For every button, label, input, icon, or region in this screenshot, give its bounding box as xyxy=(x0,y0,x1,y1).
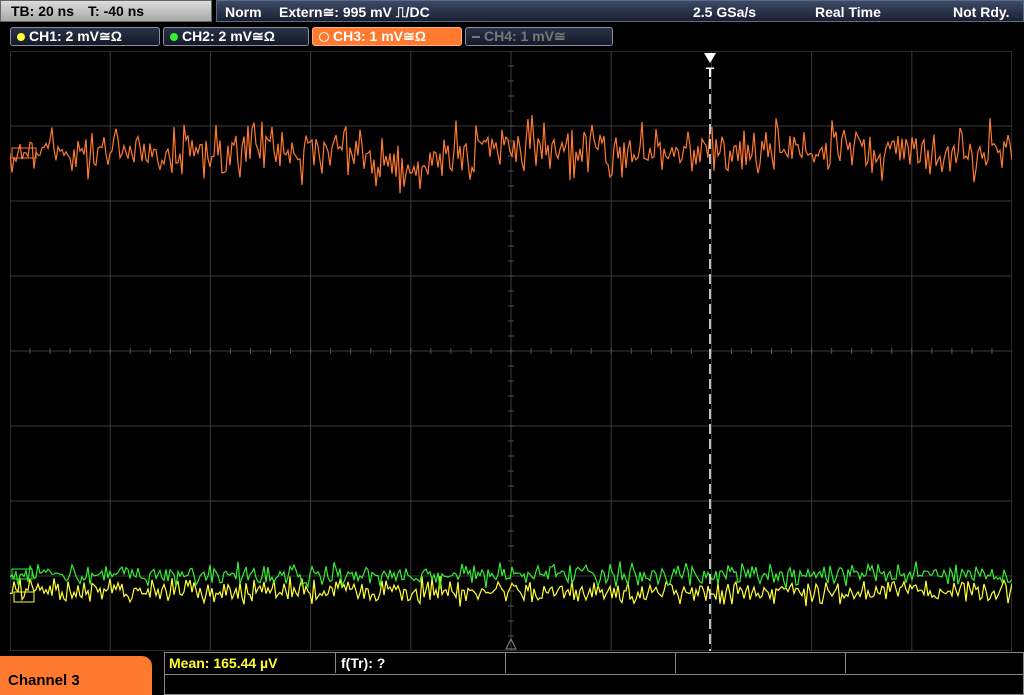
trigger-time-label: T: -40 ns xyxy=(88,3,145,19)
channel-3-label: CH3: 1 mV≅Ω xyxy=(333,28,426,44)
channel-1-label: CH1: 2 mV≅Ω xyxy=(29,28,122,44)
acquisition-status: Norm Extern≅: 995 mV ⎍/DC 2.5 GSa/s Real… xyxy=(216,0,1024,22)
channel-3-button[interactable]: CH3: 1 mV≅Ω xyxy=(312,27,462,46)
channel-4-label: CH4: 1 mV≅ xyxy=(484,28,566,44)
acquisition-mode: Real Time xyxy=(815,4,881,20)
trigger-frequency-measurement[interactable]: f(Tr): ? xyxy=(341,655,385,671)
channel-4-off-icon xyxy=(472,35,480,38)
channel-2-button[interactable]: CH2: 2 mV≅Ω xyxy=(163,27,309,46)
channel-1-button[interactable]: CH1: 2 mV≅Ω xyxy=(10,27,160,46)
meas-cell-4[interactable] xyxy=(675,653,846,673)
meas-cell-3[interactable] xyxy=(505,653,676,673)
mean-measurement[interactable]: Mean: 165.44 µV xyxy=(169,655,277,671)
sample-rate: 2.5 GSa/s xyxy=(693,4,757,20)
meas-cell-1: Mean: 165.44 µV xyxy=(165,653,336,673)
channel-2-dot-icon xyxy=(170,32,178,41)
trigger-source[interactable]: Extern≅: 995 mV ⎍/DC xyxy=(279,4,430,21)
meas-row-2 xyxy=(165,674,1023,695)
trigger-marker-label: T xyxy=(706,64,715,80)
timebase-label: TB: 20 ns xyxy=(11,3,75,19)
channel-2-label: CH2: 2 mV≅Ω xyxy=(182,28,275,44)
run-state: Not Rdy. xyxy=(953,4,1010,20)
bottom-panel: Channel 3 Mean: 165.44 µV f(Tr): ? xyxy=(0,652,1024,695)
channel-3-dot-icon xyxy=(319,31,329,42)
channel-1-dot-icon xyxy=(17,32,25,41)
waveform-display[interactable]: T xyxy=(10,51,1012,651)
meas-cell-2: f(Tr): ? xyxy=(335,653,506,673)
top-status-bar: TB: 20 ns T: -40 ns Norm Extern≅: 995 mV… xyxy=(0,0,1024,24)
channel-bar: CH1: 2 mV≅Ω CH2: 2 mV≅Ω CH3: 1 mV≅Ω CH4:… xyxy=(0,26,1024,48)
timebase-box[interactable]: TB: 20 ns T: -40 ns xyxy=(0,0,212,22)
channel-4-button[interactable]: CH4: 1 mV≅ xyxy=(465,27,613,46)
measurement-table: Mean: 165.44 µV f(Tr): ? xyxy=(164,652,1024,695)
active-channel-tab[interactable]: Channel 3 xyxy=(0,656,152,695)
trigger-mode[interactable]: Norm xyxy=(225,4,262,20)
